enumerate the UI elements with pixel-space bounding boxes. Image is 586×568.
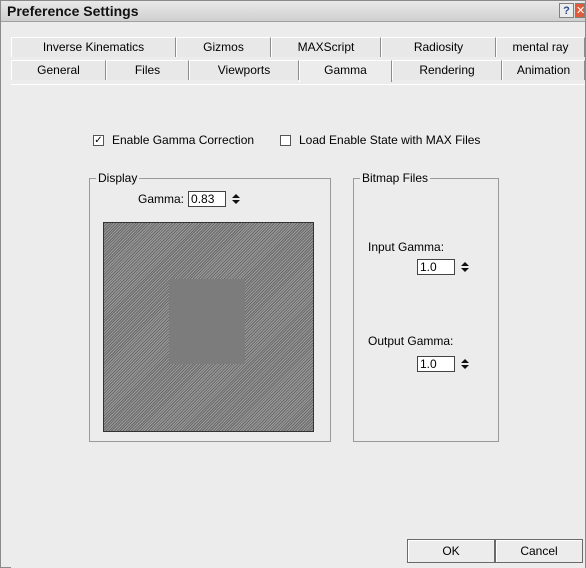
load-enable-state-checkbox[interactable] — [280, 134, 291, 146]
tab-strip: Inverse Kinematics Gizmos MAXScript Radi… — [11, 22, 585, 84]
close-icon[interactable]: ✕ — [575, 3, 585, 18]
ok-button[interactable]: OK — [407, 539, 495, 563]
tab-viewports[interactable]: Viewports — [189, 60, 299, 80]
gamma-spinner: Gamma: 0.83 — [138, 191, 241, 207]
gamma-reference-square — [169, 279, 245, 364]
tab-radiosity[interactable]: Radiosity — [381, 37, 496, 57]
gamma-input[interactable]: 0.83 — [188, 191, 227, 207]
gamma-label: Gamma: — [138, 192, 185, 206]
display-group-label: Display — [96, 171, 140, 185]
tab-gamma[interactable]: Gamma — [299, 60, 392, 82]
tab-general[interactable]: General — [11, 60, 106, 80]
tab-inverse-kinematics[interactable]: Inverse Kinematics — [11, 37, 176, 57]
preference-settings-window: Preference Settings ? ✕ Inverse Kinemati… — [0, 0, 586, 568]
load-enable-state-option[interactable]: Load Enable State with MAX Files — [280, 133, 480, 147]
output-gamma-spinner: 1.0 — [417, 356, 470, 372]
input-gamma-input[interactable]: 1.0 — [417, 259, 455, 275]
output-gamma-label: Output Gamma: — [368, 334, 454, 348]
output-gamma-input[interactable]: 1.0 — [417, 356, 455, 372]
input-gamma-label: Input Gamma: — [368, 240, 445, 254]
input-gamma-spinner-arrows-icon[interactable] — [460, 259, 470, 275]
load-enable-state-label: Load Enable State with MAX Files — [299, 133, 481, 147]
tab-files[interactable]: Files — [106, 60, 189, 80]
output-gamma-spinner-arrows-icon[interactable] — [460, 356, 470, 372]
tab-row-bottom: General Files Viewports Gamma Rendering … — [11, 60, 585, 82]
tab-row-top: Inverse Kinematics Gizmos MAXScript Radi… — [11, 37, 585, 57]
gamma-spinner-arrows-icon[interactable] — [231, 191, 241, 207]
help-icon[interactable]: ? — [559, 3, 574, 18]
window-title: Preference Settings — [7, 3, 139, 19]
bitmap-files-group: Bitmap Files — [353, 171, 499, 442]
tab-animation[interactable]: Animation — [502, 60, 585, 80]
enable-gamma-checkbox[interactable]: ✓ — [93, 134, 104, 146]
enable-gamma-label: Enable Gamma Correction — [112, 133, 255, 147]
tab-mental-ray[interactable]: mental ray — [496, 37, 585, 57]
enable-gamma-option[interactable]: ✓ Enable Gamma Correction — [93, 133, 254, 147]
tab-rendering[interactable]: Rendering — [392, 60, 502, 80]
gamma-test-pattern — [103, 222, 314, 432]
tab-gizmos[interactable]: Gizmos — [176, 37, 271, 57]
tab-maxscript[interactable]: MAXScript — [271, 37, 381, 57]
title-bar: Preference Settings ? ✕ — [1, 1, 585, 22]
cancel-button[interactable]: Cancel — [495, 539, 583, 563]
bitmap-files-label: Bitmap Files — [360, 171, 431, 185]
input-gamma-spinner: 1.0 — [417, 259, 470, 275]
